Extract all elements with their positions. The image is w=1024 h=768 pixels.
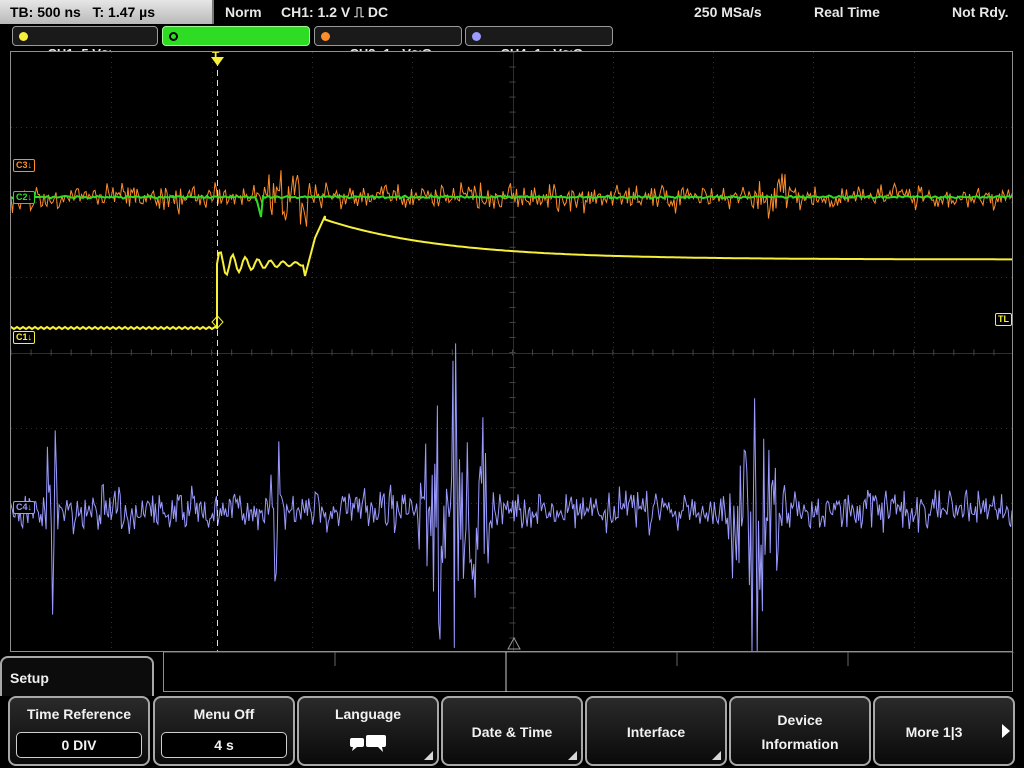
timebase-strip (163, 651, 1014, 692)
time-reference-button[interactable]: Time Reference 0 DIV (8, 696, 150, 766)
timebase-readout: TB: 500 ns (10, 4, 81, 20)
strip-grid (164, 651, 1014, 692)
trigger-mode[interactable]: Norm (225, 0, 262, 24)
submenu-corner-icon (424, 751, 433, 760)
time-reference-label: Time Reference (26, 706, 131, 722)
menu-off-value[interactable]: 4 s (161, 732, 287, 758)
channel-tabs: CH1: 5 V≅ CH2: 20 mV≅Ω CH3: 1mV≅Ω CH4: 1… (0, 26, 1024, 61)
status-bar: TB: 500 ns T: 1.47 µs Norm CH1: 1.2 V ⎍ … (0, 0, 1024, 24)
timebase-box[interactable]: TB: 500 ns T: 1.47 µs (0, 0, 214, 24)
tab-ch2[interactable]: CH2: 20 mV≅Ω (162, 26, 310, 61)
ch4-dot-icon (472, 32, 481, 41)
device-information-button[interactable]: Device Information (729, 696, 871, 766)
more-button[interactable]: More 1|3 (873, 696, 1015, 766)
menu-off-label: Menu Off (193, 706, 255, 722)
menu-title-setup: Setup (0, 656, 154, 698)
device-information-label-2: Information (761, 736, 839, 752)
date-time-label: Date & Time (471, 724, 553, 740)
ch1-waveform (11, 215, 1012, 331)
ch1-ground-marker[interactable]: C1↓ (13, 331, 36, 344)
ch1-dot-icon (19, 32, 28, 41)
speech-bubbles-icon (350, 735, 386, 752)
ch2-ground-marker[interactable]: C2↓ (13, 191, 36, 204)
softkey-menu: Time Reference 0 DIV Menu Off 4 s Langua… (0, 696, 1024, 768)
ch3-dot-icon (321, 32, 330, 41)
more-label: More 1|3 (905, 724, 963, 740)
ch4-ground-marker[interactable]: C4↓ (13, 501, 36, 514)
waveform-display[interactable]: C3↓ C2↓ C1↓ C4↓ TL T (10, 51, 1013, 652)
trigger-offset-readout: T: 1.47 µs (92, 4, 156, 20)
date-time-button[interactable]: Date & Time (441, 696, 583, 766)
submenu-corner-icon (712, 751, 721, 760)
ch2-waveform (11, 194, 1012, 218)
next-page-arrow-icon (1002, 724, 1010, 738)
ch4-waveform (11, 343, 1012, 651)
trigger-position-marker[interactable]: T (212, 52, 219, 62)
device-information-label-1: Device (777, 712, 823, 728)
waveform-canvas (11, 52, 1012, 651)
menu-off-button[interactable]: Menu Off 4 s (153, 696, 295, 766)
interface-label: Interface (626, 724, 686, 740)
trigger-source[interactable]: CH1: 1.2 V ⎍ DC (281, 0, 388, 24)
sample-rate: 250 MSa/s (694, 4, 762, 20)
language-button[interactable]: Language (297, 696, 439, 766)
ch3-ground-marker[interactable]: C3↓ (13, 159, 36, 172)
time-reference-value[interactable]: 0 DIV (16, 732, 142, 758)
trigger-level-marker[interactable]: TL (995, 313, 1012, 326)
acquisition-mode: Real Time (814, 4, 880, 20)
ch2-dot-icon (169, 32, 178, 41)
interface-button[interactable]: Interface (585, 696, 727, 766)
submenu-corner-icon (568, 751, 577, 760)
trigger-status: Not Rdy. (952, 4, 1009, 20)
language-label: Language (334, 706, 402, 722)
tab-ch3[interactable]: CH3: 1mV≅Ω (314, 26, 462, 61)
tab-ch4[interactable]: CH4: 1mV≅Ω (465, 26, 613, 61)
tab-ch1[interactable]: CH1: 5 V≅ (12, 26, 158, 61)
